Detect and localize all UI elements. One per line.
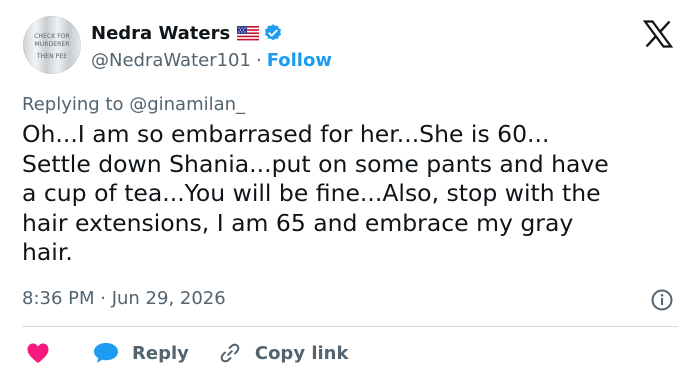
divider xyxy=(22,326,678,327)
action-bar: Reply Copy link xyxy=(22,339,348,367)
speech-bubble-icon xyxy=(94,343,118,363)
copy-link-button[interactable]: Copy link xyxy=(219,342,349,364)
tweet-text: Oh...I am so embarrased for her...She is… xyxy=(22,120,609,266)
author-name-row: Nedra Waters xyxy=(91,21,283,45)
follow-button[interactable]: Follow xyxy=(267,50,332,71)
separator-dot: · xyxy=(255,49,262,71)
reply-label: Reply xyxy=(132,342,189,364)
heart-icon xyxy=(27,343,49,363)
tweet-timestamp[interactable]: 8:36 PM · Jun 29, 2026 xyxy=(22,288,226,309)
author-name[interactable]: Nedra Waters xyxy=(91,23,230,44)
like-button[interactable] xyxy=(22,342,50,364)
author-handle-row: @NedraWater101 · Follow xyxy=(91,48,332,72)
link-icon xyxy=(220,343,240,363)
avatar[interactable]: CHECK FOR MURDERER THEN PEE xyxy=(23,16,81,74)
replying-to-prefix: Replying to xyxy=(22,94,130,115)
copy-link-label: Copy link xyxy=(254,342,349,364)
replying-to: Replying to @ginamilan_ xyxy=(22,94,245,115)
avatar-text-line-1: CHECK FOR xyxy=(34,33,70,40)
tweet-card: CHECK FOR MURDERER THEN PEE Nedra Waters… xyxy=(0,0,700,379)
us-flag-icon xyxy=(237,25,260,41)
info-icon[interactable] xyxy=(650,288,674,312)
avatar-text-line-3: THEN PEE xyxy=(36,53,68,60)
replying-to-user[interactable]: @ginamilan_ xyxy=(129,94,245,115)
x-logo-icon[interactable] xyxy=(643,20,673,48)
verified-badge-icon xyxy=(265,24,282,41)
avatar-text-line-2: MURDERER xyxy=(34,41,70,48)
author-handle[interactable]: @NedraWater101 xyxy=(91,50,251,71)
reply-button[interactable]: Reply xyxy=(92,341,189,365)
